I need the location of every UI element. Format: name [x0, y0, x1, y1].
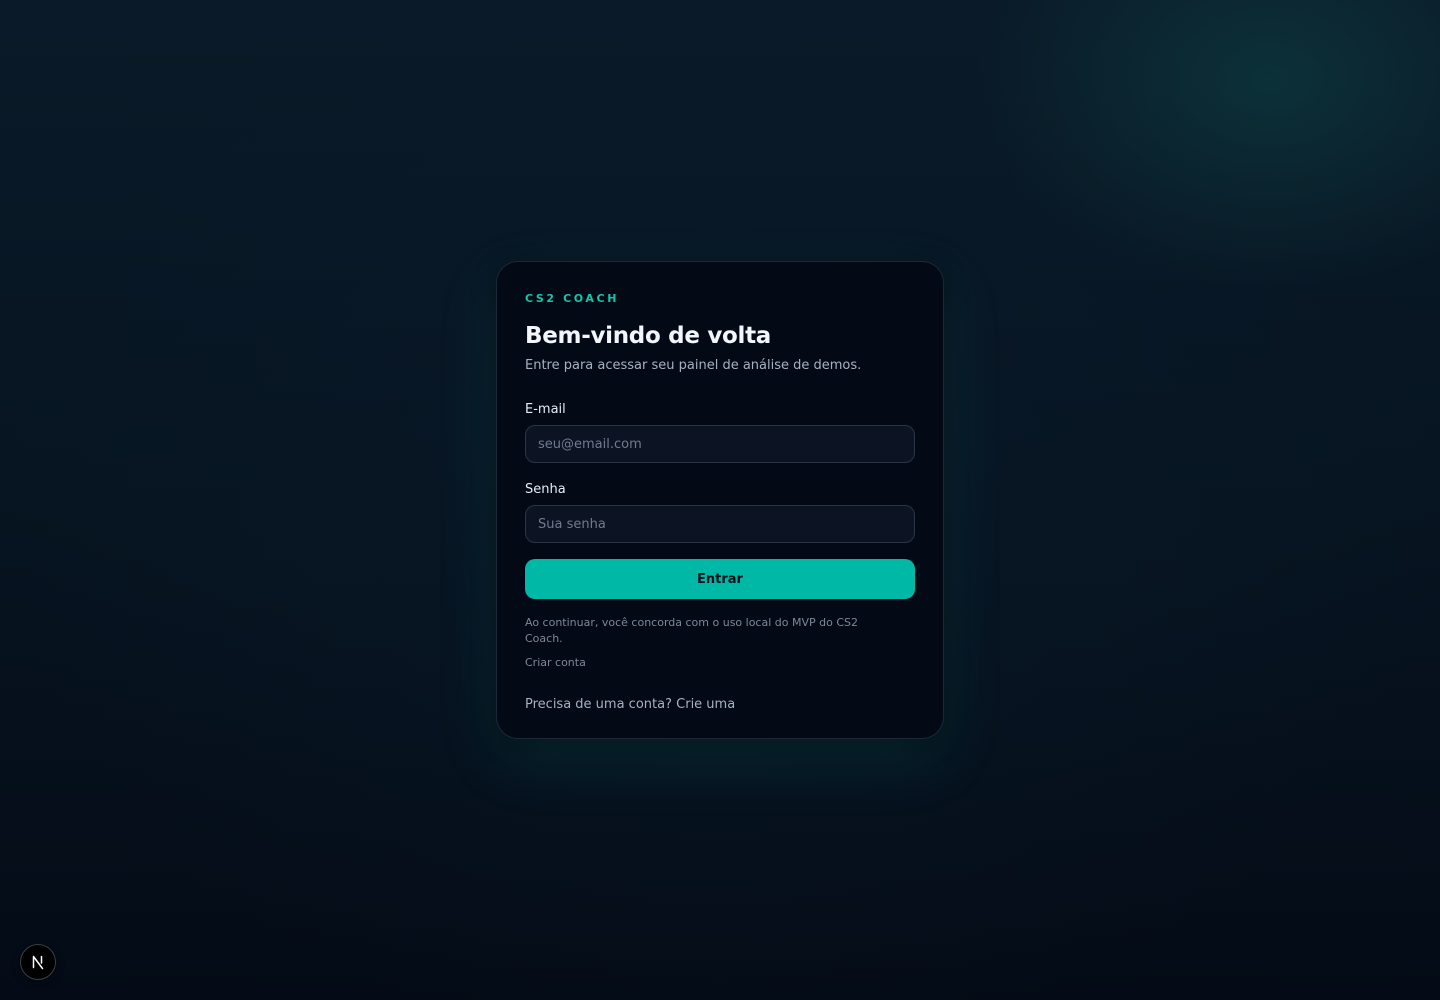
signup-link[interactable]: Crie uma: [676, 697, 735, 712]
password-label: Senha: [525, 482, 566, 497]
nextjs-icon: [32, 955, 44, 970]
create-account-link[interactable]: Criar conta: [525, 655, 915, 671]
login-card: CS2 COACH Bem-vindo de volta Entre para …: [496, 261, 944, 739]
terms-text: Ao continuar, você concorda com o uso lo…: [525, 616, 859, 645]
page-title: Bem-vindo de volta: [525, 323, 772, 349]
email-label: E-mail: [525, 402, 566, 417]
nextjs-dev-badge[interactable]: [20, 944, 56, 980]
signup-row: Precisa de uma conta? Crie uma: [525, 696, 915, 714]
page-subtitle: Entre para acessar seu painel de análise…: [525, 358, 862, 373]
password-field[interactable]: [525, 505, 915, 543]
brand-label: CS2 COACH: [525, 292, 620, 305]
login-button[interactable]: Entrar: [525, 559, 915, 599]
signup-prompt: Precisa de uma conta?: [525, 697, 672, 712]
login-form: E-mail Senha Entrar: [525, 401, 915, 599]
email-field[interactable]: [525, 425, 915, 463]
